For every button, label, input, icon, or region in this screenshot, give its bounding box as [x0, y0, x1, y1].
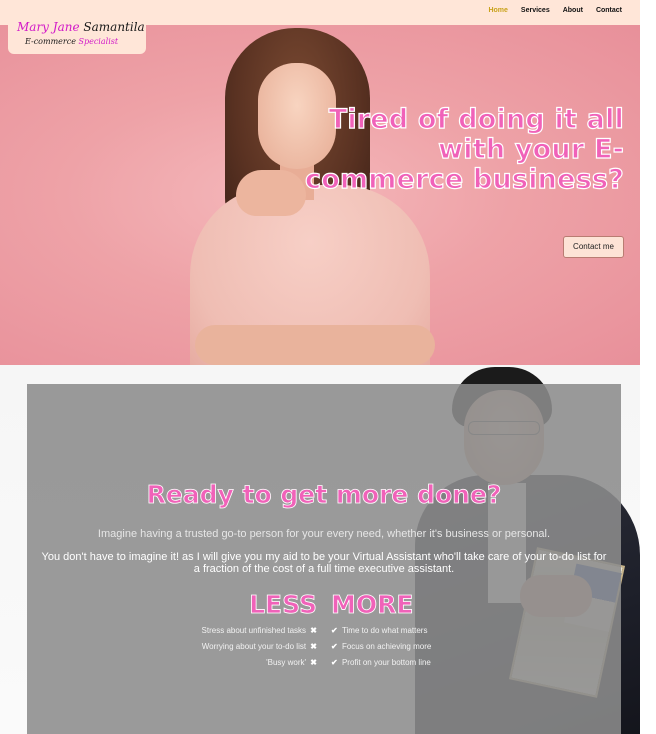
nav-link-contact[interactable]: Contact [596, 7, 622, 14]
less-column: LESS Stress about unfinished tasks ✖ Wor… [157, 590, 318, 671]
less-item: Stress about unfinished tasks ✖ [157, 623, 317, 639]
hero-headline: Tired of doing it all with your E-commer… [304, 104, 624, 195]
logo-name: Mary Jane Samantila [17, 20, 145, 34]
page: Home Services About Contact Mary Jane Sa… [0, 0, 656, 734]
content-panel: Ready to get more done? Imagine having a… [27, 384, 621, 734]
nav-link-about[interactable]: About [563, 7, 583, 14]
logo-subtitle: E-commerce Specialist [25, 37, 118, 46]
check-icon: ✔ [331, 626, 340, 635]
hero-section: Tired of doing it all with your E-commer… [0, 25, 640, 365]
more-heading: MORE [331, 590, 414, 620]
logo-first-name: Mary Jane [17, 20, 80, 34]
hero-photo-arm [195, 325, 435, 365]
section-heading: Ready to get more done? [146, 480, 502, 510]
more-item: ✔ Profit on your bottom line [331, 655, 511, 671]
more-item: ✔ Time to do what matters [331, 623, 511, 639]
less-heading: LESS [249, 590, 318, 620]
check-icon: ✔ [331, 642, 340, 651]
less-item: 'Busy work' ✖ [157, 655, 317, 671]
more-item-text: Focus on achieving more [341, 642, 432, 651]
more-column: MORE ✔ Time to do what matters ✔ Focus o… [331, 590, 511, 671]
less-item: Worrying about your to-do list ✖ [157, 639, 317, 655]
nav-links: Home Services About Contact [475, 7, 622, 14]
nav-link-home[interactable]: Home [488, 7, 507, 14]
check-icon: ✔ [331, 658, 340, 667]
less-item-text: 'Busy work' [266, 658, 307, 667]
logo-subtitle-dark: E-commerce [25, 37, 76, 46]
times-icon: ✖ [308, 642, 317, 651]
contact-button[interactable]: Contact me [563, 236, 624, 258]
less-item-text: Worrying about your to-do list [201, 642, 307, 651]
section-paragraph-2: You don't have to imagine it! as I will … [41, 551, 607, 575]
more-item-text: Time to do what matters [341, 626, 428, 635]
more-item: ✔ Focus on achieving more [331, 639, 511, 655]
logo-subtitle-pink: Specialist [78, 37, 119, 46]
nav-link-services[interactable]: Services [521, 7, 550, 14]
benefits-section: Ready to get more done? Imagine having a… [0, 365, 640, 734]
logo-last-name: Samantila [83, 20, 145, 34]
section-paragraph-1: Imagine having a trusted go-to person fo… [97, 528, 551, 540]
logo[interactable]: Mary Jane Samantila E-commerce Specialis… [8, 14, 146, 54]
times-icon: ✖ [308, 658, 317, 667]
less-item-text: Stress about unfinished tasks [201, 626, 307, 635]
times-icon: ✖ [308, 626, 317, 635]
more-item-text: Profit on your bottom line [341, 658, 431, 667]
